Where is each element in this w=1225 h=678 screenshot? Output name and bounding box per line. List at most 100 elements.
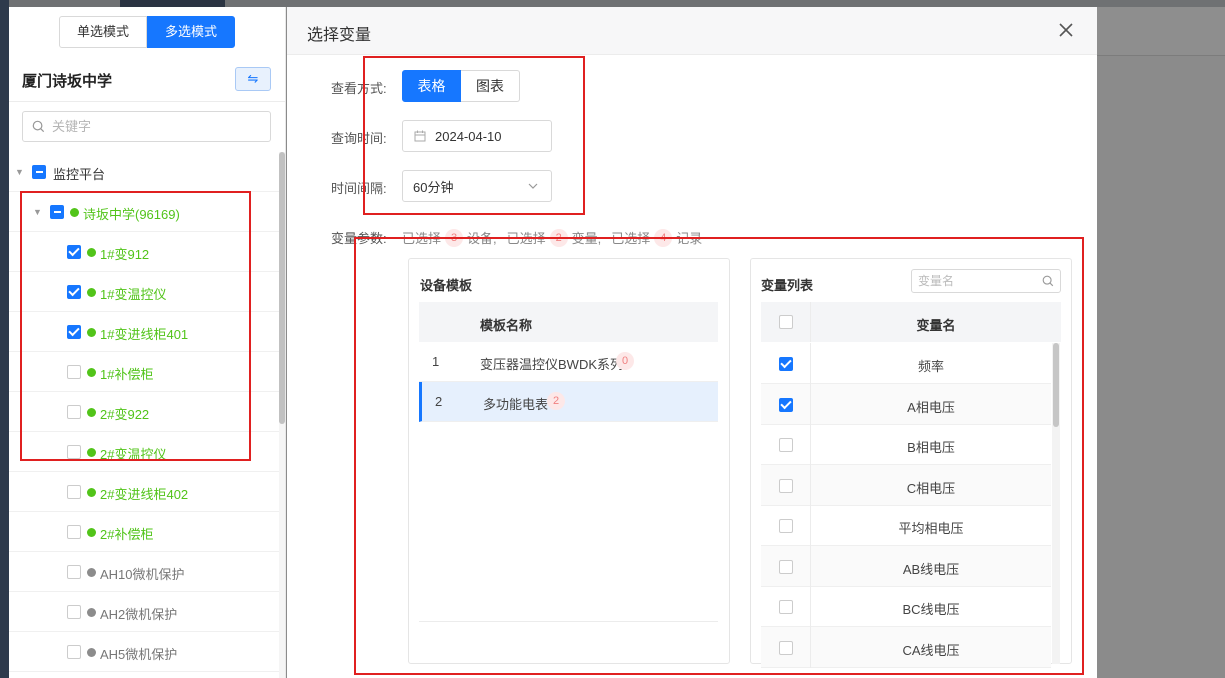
device-tree: ▼ 监控平台 ▼ 诗坂中学(96169) 1#变912 1#变温控仪 1#变进线柜401 1#…	[9, 152, 279, 672]
variable-search-field[interactable]	[911, 269, 1061, 293]
template-name: 多功能电表	[483, 397, 549, 412]
summary-text: 记录	[676, 231, 703, 246]
swap-icon[interactable]: ⇋	[235, 67, 271, 91]
tree-node-checkbox[interactable]	[67, 325, 81, 339]
tree-node-checkbox[interactable]	[50, 205, 64, 219]
tree-node-label: 1#变进线柜401	[100, 327, 189, 342]
device-count-badge: 3	[445, 228, 464, 247]
template-row[interactable]: 2 多功能电表 2	[419, 382, 718, 422]
variable-name: 频率	[917, 359, 944, 374]
tree-node[interactable]: AH5微机保护	[9, 632, 279, 672]
variable-checkbox[interactable]	[779, 600, 793, 614]
tree-node-checkbox[interactable]	[67, 365, 81, 379]
caret-down-icon[interactable]: ▼	[15, 167, 24, 177]
variable-name: B相电压	[907, 440, 955, 455]
template-row[interactable]: 1 变压器温控仪BWDK系列 0	[419, 342, 718, 382]
divider	[419, 621, 718, 622]
tree-node[interactable]: 2#变922	[9, 392, 279, 432]
tree-node-checkbox[interactable]	[67, 565, 81, 579]
variable-row[interactable]: 频率	[761, 343, 1051, 384]
tree-node[interactable]: 1#变912	[9, 232, 279, 272]
template-index: 1	[432, 354, 440, 369]
variable-checkbox-cell	[761, 424, 811, 465]
variable-list-panel: 变量列表 变量名 频率 A相电压 B相电压 C相电压平均相电压 AB线电压 BC线电压 CA…	[750, 258, 1072, 668]
chevron-down-icon	[528, 183, 538, 189]
chart-view-button[interactable]: 图表	[461, 70, 520, 102]
multi-mode-button[interactable]: 多选模式	[147, 16, 235, 48]
tree-node[interactable]: 2#变温控仪	[9, 432, 279, 472]
tree-node-checkbox[interactable]	[67, 245, 81, 259]
variable-params-label: 变量参数:	[331, 231, 387, 246]
variable-search-input[interactable]	[918, 274, 1036, 288]
tree-node-label: 监控平台	[53, 167, 106, 182]
tree-node[interactable]: ▼ 监控平台	[9, 152, 279, 192]
device-template-panel: 设备模板 模板名称 1 变压器温控仪BWDK系列 0 2 多功能电表 2	[408, 258, 730, 664]
variable-checkbox[interactable]	[779, 478, 793, 493]
tree-node[interactable]: 1#变温控仪	[9, 272, 279, 312]
interval-select[interactable]: 60分钟	[402, 170, 552, 202]
tree-node-checkbox[interactable]	[67, 485, 81, 499]
tree-node-checkbox[interactable]	[67, 525, 81, 539]
caret-down-icon[interactable]: ▼	[33, 207, 42, 217]
variable-checkbox[interactable]	[779, 357, 793, 371]
tree-node-label: AH2微机保护	[100, 607, 178, 622]
variable-row[interactable]: B相电压	[761, 424, 1051, 465]
template-count-badge: 2	[547, 392, 565, 410]
variable-panel-title: 变量列表	[761, 278, 814, 293]
close-icon[interactable]	[1057, 21, 1075, 39]
variable-checkbox-cell	[761, 626, 811, 668]
selection-summary: 已选择 3 设备, 已选择 2 变量, 已选择 4 记录	[402, 228, 702, 247]
variable-row[interactable]: A相电压	[761, 383, 1051, 425]
tree-node-label: AH10微机保护	[100, 567, 185, 582]
variable-row[interactable]: C相电压	[761, 464, 1051, 506]
tree-node-label: 诗坂中学(96169)	[83, 207, 180, 222]
interval-label: 时间间隔:	[331, 181, 387, 196]
variable-row[interactable]: 平均相电压	[761, 505, 1051, 546]
tree-node-checkbox[interactable]	[67, 605, 81, 619]
tree-node-label: 1#变温控仪	[100, 287, 167, 302]
dialog-title: 选择变量	[307, 27, 372, 44]
variable-checkbox[interactable]	[779, 438, 793, 452]
tree-node[interactable]: 2#补偿柜	[9, 512, 279, 552]
tree-search-input[interactable]	[52, 119, 242, 134]
variable-name: 平均相电压	[898, 521, 964, 536]
tree-node[interactable]: AH2微机保护	[9, 592, 279, 632]
variable-row[interactable]: BC线电压	[761, 586, 1051, 627]
variable-scrollbar-thumb[interactable]	[1053, 343, 1059, 427]
status-dot-icon	[87, 288, 96, 297]
tree-node-checkbox[interactable]	[67, 645, 81, 659]
tree-node-label: 1#补偿柜	[100, 367, 154, 382]
background-nav-bar	[0, 0, 9, 678]
variable-checkbox[interactable]	[779, 397, 793, 412]
tree-node[interactable]: 1#补偿柜	[9, 352, 279, 392]
tree-node[interactable]: 1#变进线柜401	[9, 312, 279, 352]
variable-name: C相电压	[906, 480, 956, 496]
tree-node[interactable]: ▼ 诗坂中学(96169)	[9, 192, 279, 232]
tree-node[interactable]: 2#变进线柜402	[9, 472, 279, 512]
date-picker[interactable]: 2024-04-10	[402, 120, 552, 152]
tree-search-field[interactable]	[22, 111, 271, 142]
select-all-checkbox[interactable]	[779, 315, 793, 329]
variable-name: A相电压	[907, 399, 955, 415]
variable-checkbox[interactable]	[779, 519, 793, 533]
single-mode-button[interactable]: 单选模式	[59, 16, 147, 48]
variable-checkbox[interactable]	[779, 640, 793, 655]
variable-row[interactable]: CA线电压	[761, 626, 1051, 668]
status-dot-icon	[87, 648, 96, 657]
table-view-button[interactable]: 表格	[402, 70, 461, 102]
variable-table-header: 变量名	[761, 302, 1061, 342]
tree-node-checkbox[interactable]	[67, 285, 81, 299]
tree-node-label: 2#变温控仪	[100, 447, 167, 462]
divider	[9, 101, 285, 102]
variable-checkbox[interactable]	[779, 559, 793, 574]
status-dot-icon	[87, 608, 96, 617]
variable-row[interactable]: AB线电压	[761, 545, 1051, 587]
tree-node-checkbox[interactable]	[32, 165, 46, 179]
tree-node[interactable]: AH10微机保护	[9, 552, 279, 592]
tree-scrollbar-thumb[interactable]	[279, 152, 285, 424]
status-dot-icon	[87, 488, 96, 497]
variable-checkbox-cell	[761, 545, 811, 587]
tree-node-checkbox[interactable]	[67, 445, 81, 459]
tree-node-checkbox[interactable]	[67, 405, 81, 419]
variable-name: AB线电压	[902, 561, 960, 577]
